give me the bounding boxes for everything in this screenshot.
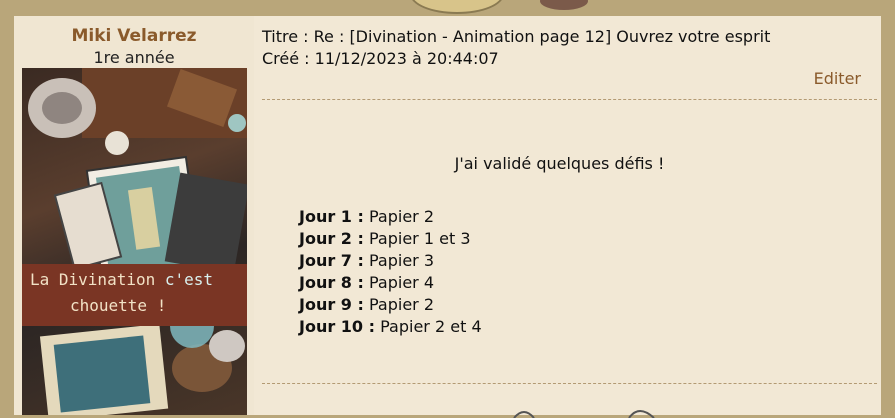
- day-value: Papier 4: [369, 273, 435, 292]
- list-item: Jour 1 : Papier 2: [299, 206, 482, 228]
- list-item: Jour 8 : Papier 4: [299, 272, 482, 294]
- post-divider-bottom: [262, 383, 877, 384]
- day-label: Jour 9 :: [299, 295, 364, 314]
- day-label: Jour 10 :: [299, 317, 376, 336]
- list-item: Jour 7 : Papier 3: [299, 250, 482, 272]
- challenge-list: Jour 1 : Papier 2 Jour 2 : Papier 1 et 3…: [299, 206, 482, 338]
- avatar-caption-line2: chouette !: [70, 296, 167, 315]
- post-title: Titre : Re : [Divination - Animation pag…: [262, 27, 771, 46]
- day-label: Jour 2 :: [299, 229, 364, 248]
- header-ornament-emblem: [410, 0, 504, 14]
- list-item: Jour 2 : Papier 1 et 3: [299, 228, 482, 250]
- post-header: Titre : Re : [Divination - Animation pag…: [262, 26, 872, 70]
- avatar-artwork: [28, 68, 247, 415]
- list-item: Jour 9 : Papier 2: [299, 294, 482, 316]
- avatar-caption-accent-text: c'est: [164, 270, 214, 289]
- stone-shape: [105, 131, 129, 155]
- post-author-sidebar: Miki Velarrez 1re année La Divination c'…: [14, 16, 254, 415]
- header-ornament-stone: [540, 0, 588, 10]
- forum-post: Miki Velarrez 1re année La Divination c'…: [14, 16, 881, 418]
- day-value: Papier 2: [369, 207, 435, 226]
- avatar-caption-text: La Divination: [30, 270, 165, 289]
- day-label: Jour 1 :: [299, 207, 364, 226]
- author-name[interactable]: Miki Velarrez: [14, 26, 254, 46]
- day-value: Papier 1 et 3: [369, 229, 471, 248]
- day-value: Papier 3: [369, 251, 435, 270]
- post-divider-top: [262, 99, 877, 100]
- message-intro: J'ai validé quelques défis !: [454, 154, 665, 173]
- post-created-date: Créé : 11/12/2023 à 20:44:07: [262, 49, 499, 68]
- author-rank: 1re année: [93, 48, 175, 67]
- day-label: Jour 7 :: [299, 251, 364, 270]
- avatar: La Divination c'est chouette !: [22, 68, 247, 415]
- list-item: Jour 10 : Papier 2 et 4: [299, 316, 482, 338]
- edit-link[interactable]: Editer: [814, 69, 861, 88]
- signature-ornament: [513, 410, 655, 418]
- day-value: Papier 2: [369, 295, 435, 314]
- day-label: Jour 8 :: [299, 273, 364, 292]
- day-value: Papier 2 et 4: [380, 317, 482, 336]
- top-frame: [0, 0, 895, 16]
- avatar-caption-line1: La Divination c'est: [30, 270, 213, 289]
